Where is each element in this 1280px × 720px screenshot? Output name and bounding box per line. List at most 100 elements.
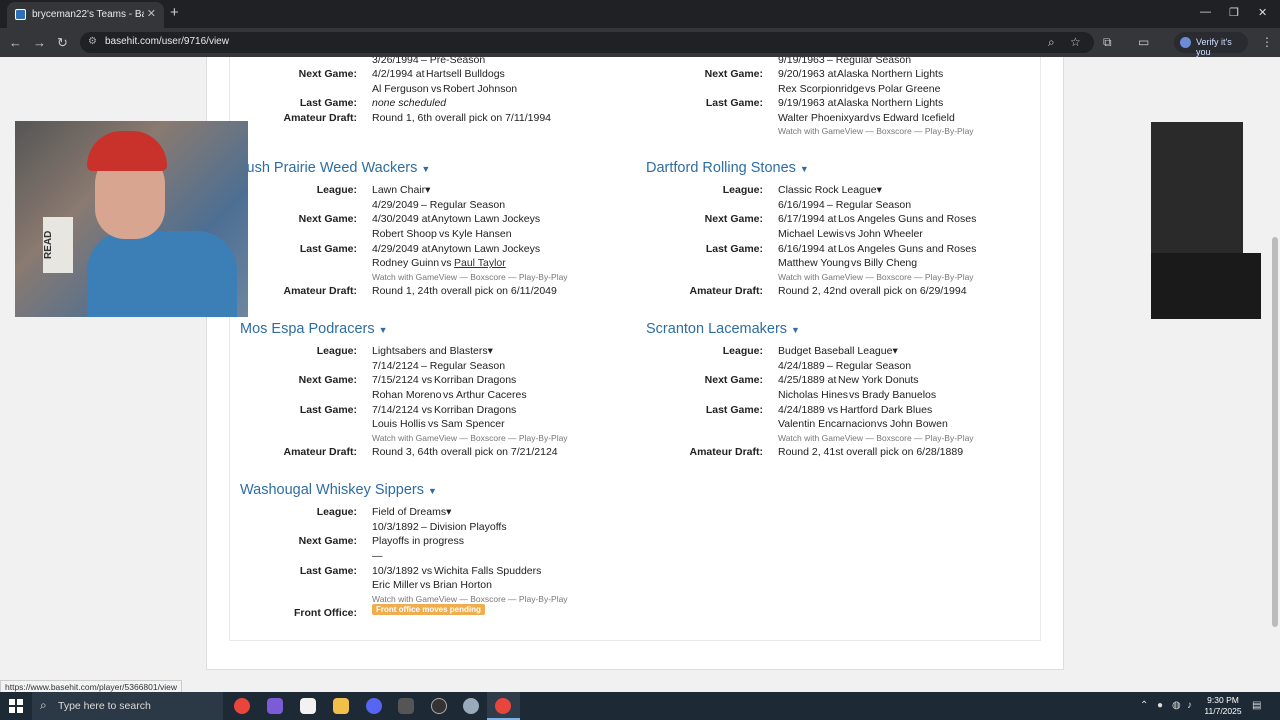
pitcher-link[interactable]: Polar Greene: [878, 83, 940, 95]
team-name[interactable]: Brush Prairie Weed Wackers: [232, 160, 417, 176]
pitcher-link-hovered[interactable]: Paul Taylor: [454, 257, 506, 269]
opponent-link[interactable]: Hartford Dark Blues: [840, 404, 932, 416]
file-explorer-icon[interactable]: [333, 698, 349, 714]
season-date-link[interactable]: 3/26/1994: [372, 57, 419, 66]
reload-icon[interactable]: ↻: [57, 35, 68, 51]
taskbar-search[interactable]: ⌕ Type here to search: [32, 692, 223, 720]
watch-links[interactable]: Watch with GameView — Boxscore — Play-By…: [372, 272, 568, 282]
team-name[interactable]: Washougal Whiskey Sippers: [240, 482, 424, 498]
playoffs-link[interactable]: Playoffs in progress: [372, 535, 464, 547]
opponent-link[interactable]: Anytown Lawn Jockeys: [431, 243, 540, 255]
season-date-link[interactable]: 6/16/1994: [778, 199, 825, 211]
url-text[interactable]: basehit.com/user/9716/view: [105, 36, 229, 47]
pitcher-link[interactable]: Rohan Moreno: [372, 389, 441, 401]
zoom-icon[interactable]: ⌕: [1048, 35, 1055, 50]
pitcher-link[interactable]: John Wheeler: [858, 228, 923, 240]
browser-tab[interactable]: bryceman22's Teams - BaseHi... ✕: [7, 2, 164, 28]
season-date-link[interactable]: 4/29/2049: [372, 199, 419, 211]
opponent-link[interactable]: Alaska Northern Lights: [837, 97, 943, 109]
pitcher-link[interactable]: Al Ferguson: [372, 83, 429, 95]
chevron-down-icon[interactable]: ▼: [379, 325, 388, 335]
app-icon[interactable]: [398, 698, 414, 714]
network-icon[interactable]: ◍: [1172, 700, 1181, 711]
new-tab-button[interactable]: +: [170, 4, 179, 21]
team-title-dartford[interactable]: Dartford Rolling Stones ▼: [646, 160, 809, 176]
store-icon[interactable]: [300, 698, 316, 714]
opponent-link[interactable]: Los Angeles Guns and Roses: [838, 243, 976, 255]
url-bar[interactable]: ⚙ basehit.com/user/9716/view ⌕ ☆: [80, 32, 1094, 53]
chevron-down-icon[interactable]: ▼: [428, 486, 437, 496]
front-office-badge[interactable]: Front office moves pending: [372, 604, 485, 615]
watch-links[interactable]: Watch with GameView — Boxscore — Play-By…: [372, 433, 568, 443]
pitcher-link[interactable]: Billy Cheng: [864, 257, 917, 269]
pitcher-link[interactable]: Walter Phoenixyard: [778, 112, 869, 124]
team-name[interactable]: Scranton Lacemakers: [646, 321, 787, 337]
back-icon[interactable]: ←: [9, 35, 22, 50]
pitcher-link[interactable]: Eric Miller: [372, 579, 418, 591]
watch-links[interactable]: Watch with GameView — Boxscore — Play-By…: [778, 272, 974, 282]
pitcher-link[interactable]: Robert Shoop: [372, 228, 437, 240]
chrome-icon[interactable]: [234, 698, 250, 714]
site-info-icon[interactable]: ⚙: [88, 36, 97, 47]
forward-icon[interactable]: →: [33, 35, 46, 50]
opponent-link[interactable]: New York Donuts: [838, 374, 919, 386]
active-chrome-taskbar-button[interactable]: [487, 692, 520, 720]
minimize-icon[interactable]: —: [1200, 6, 1211, 18]
page-scrollbar[interactable]: [1270, 57, 1280, 687]
season-date-link[interactable]: 9/19/1963: [778, 57, 825, 66]
watch-links[interactable]: Watch with GameView — Boxscore — Play-By…: [372, 594, 568, 604]
pitcher-link[interactable]: Sam Spencer: [441, 418, 505, 430]
pitcher-link[interactable]: Rex Scorpionridge: [778, 83, 864, 95]
menu-icon[interactable]: ⋮: [1261, 35, 1273, 49]
restore-icon[interactable]: ❐: [1229, 6, 1239, 19]
close-tab-icon[interactable]: ✕: [147, 7, 156, 20]
opponent-link[interactable]: Korriban Dragons: [434, 404, 516, 416]
pitcher-link[interactable]: Michael Lewis: [778, 228, 844, 240]
pitcher-link[interactable]: Valentin Encarnacion: [778, 418, 876, 430]
opponent-link[interactable]: Korriban Dragons: [434, 374, 516, 386]
season-date-link[interactable]: 7/14/2124: [372, 360, 419, 372]
volume-icon[interactable]: ♪: [1187, 700, 1192, 711]
microphone-icon[interactable]: ●: [1157, 700, 1163, 711]
opponent-link[interactable]: Anytown Lawn Jockeys: [431, 213, 540, 225]
league-link[interactable]: Classic Rock League▾: [778, 184, 882, 196]
verify-button[interactable]: Verify it's you: [1174, 32, 1248, 57]
opponent-link[interactable]: Wichita Falls Spudders: [434, 565, 541, 577]
opponent-link[interactable]: Los Angeles Guns and Roses: [838, 213, 976, 225]
pitcher-link[interactable]: Arthur Caceres: [456, 389, 527, 401]
league-link[interactable]: Field of Dreams▾: [372, 506, 451, 518]
pitcher-link[interactable]: Kyle Hansen: [452, 228, 512, 240]
scrollbar-thumb[interactable]: [1272, 237, 1278, 627]
team-title-brush-prairie[interactable]: Brush Prairie Weed Wackers ▼: [232, 160, 430, 176]
opponent-link[interactable]: Hartsell Bulldogs: [426, 68, 505, 80]
pitcher-link[interactable]: Brian Horton: [433, 579, 492, 591]
close-window-icon[interactable]: ✕: [1258, 6, 1267, 19]
pitcher-link[interactable]: John Bowen: [890, 418, 948, 430]
taskbar-clock[interactable]: 9:30 PM 11/7/2025: [1200, 695, 1246, 717]
copilot-icon[interactable]: [267, 698, 283, 714]
season-date-link[interactable]: 4/24/1889: [778, 360, 825, 372]
pitcher-link[interactable]: Brady Banuelos: [862, 389, 936, 401]
app-icon[interactable]: [463, 698, 479, 714]
pitcher-link[interactable]: Nicholas Hines: [778, 389, 848, 401]
season-date-link[interactable]: 10/3/1892: [372, 521, 419, 533]
discord-icon[interactable]: [366, 698, 382, 714]
team-title-mos-espa[interactable]: Mos Espa Podracers ▼: [240, 321, 388, 337]
watch-links[interactable]: Watch with GameView — Boxscore — Play-By…: [778, 126, 974, 136]
tray-chevron-icon[interactable]: ⌃: [1140, 700, 1148, 711]
pitcher-link[interactable]: Rodney Guinn: [372, 257, 439, 269]
team-name[interactable]: Mos Espa Podracers: [240, 321, 375, 337]
league-link[interactable]: Lightsabers and Blasters▾: [372, 345, 493, 357]
watch-links[interactable]: Watch with GameView — Boxscore — Play-By…: [778, 433, 974, 443]
opponent-link[interactable]: Alaska Northern Lights: [837, 68, 943, 80]
chevron-down-icon[interactable]: ▼: [421, 164, 430, 174]
pitcher-link[interactable]: Edward Icefield: [883, 112, 955, 124]
team-name[interactable]: Dartford Rolling Stones: [646, 160, 796, 176]
pitcher-link[interactable]: Robert Johnson: [443, 83, 517, 95]
notification-icon[interactable]: ▤: [1252, 700, 1261, 711]
team-title-scranton[interactable]: Scranton Lacemakers ▼: [646, 321, 800, 337]
team-title-washougal[interactable]: Washougal Whiskey Sippers ▼: [240, 482, 437, 498]
pitcher-link[interactable]: Louis Hollis: [372, 418, 426, 430]
league-link[interactable]: Budget Baseball League▾: [778, 345, 898, 357]
extensions-icon[interactable]: ⧉: [1103, 35, 1112, 50]
